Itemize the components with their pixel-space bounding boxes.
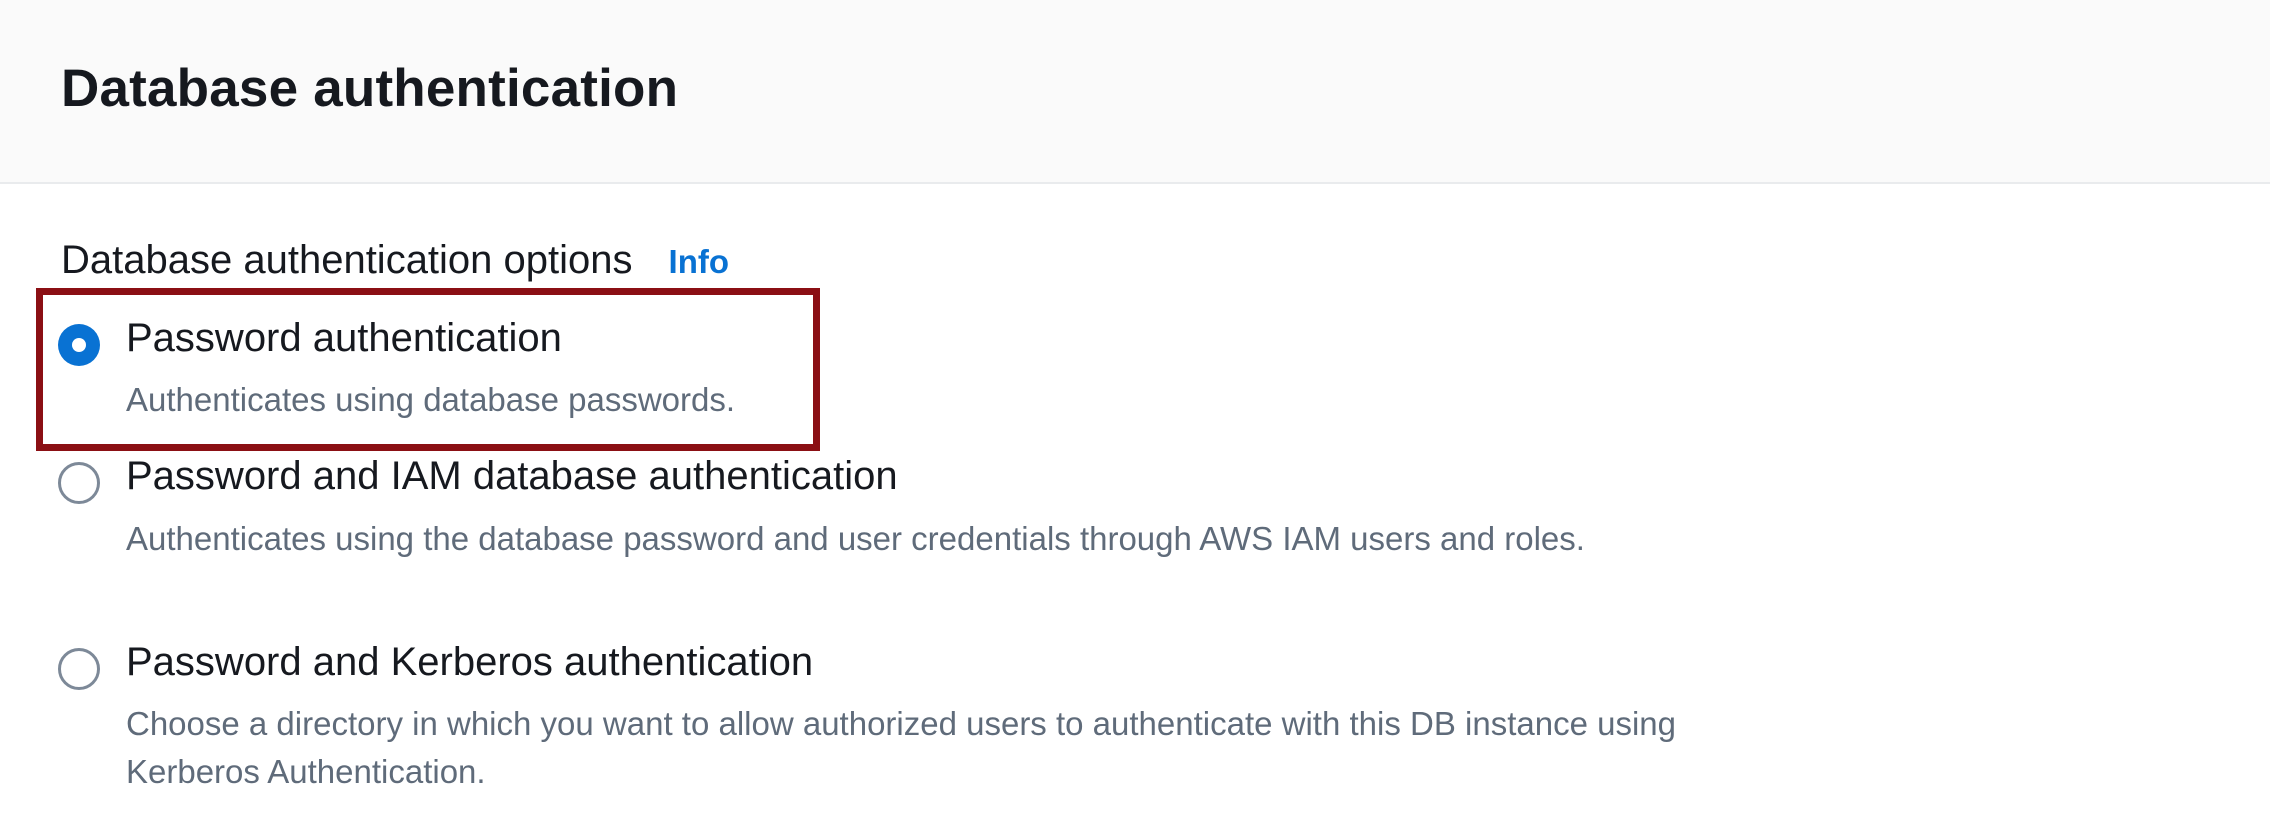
option-title[interactable]: Password and IAM database authentication xyxy=(126,454,898,499)
section-title: Database authentication xyxy=(61,59,679,118)
option-description: Choose a directory in which you want to … xyxy=(126,705,1677,790)
option-title[interactable]: Password and Kerberos authentication xyxy=(126,640,813,685)
section-header: Database authentication xyxy=(0,0,2270,184)
page: Database authentication Database authent… xyxy=(0,0,2270,840)
info-link[interactable]: Info xyxy=(669,243,729,281)
radio-button[interactable] xyxy=(58,648,100,690)
option-description: Authenticates using the database passwor… xyxy=(126,520,1585,557)
radio-button[interactable] xyxy=(58,462,100,504)
highlight-annotation-box xyxy=(36,288,820,451)
field-label: Database authentication options xyxy=(61,238,633,282)
field-label-row: Database authentication options Info xyxy=(61,238,729,283)
